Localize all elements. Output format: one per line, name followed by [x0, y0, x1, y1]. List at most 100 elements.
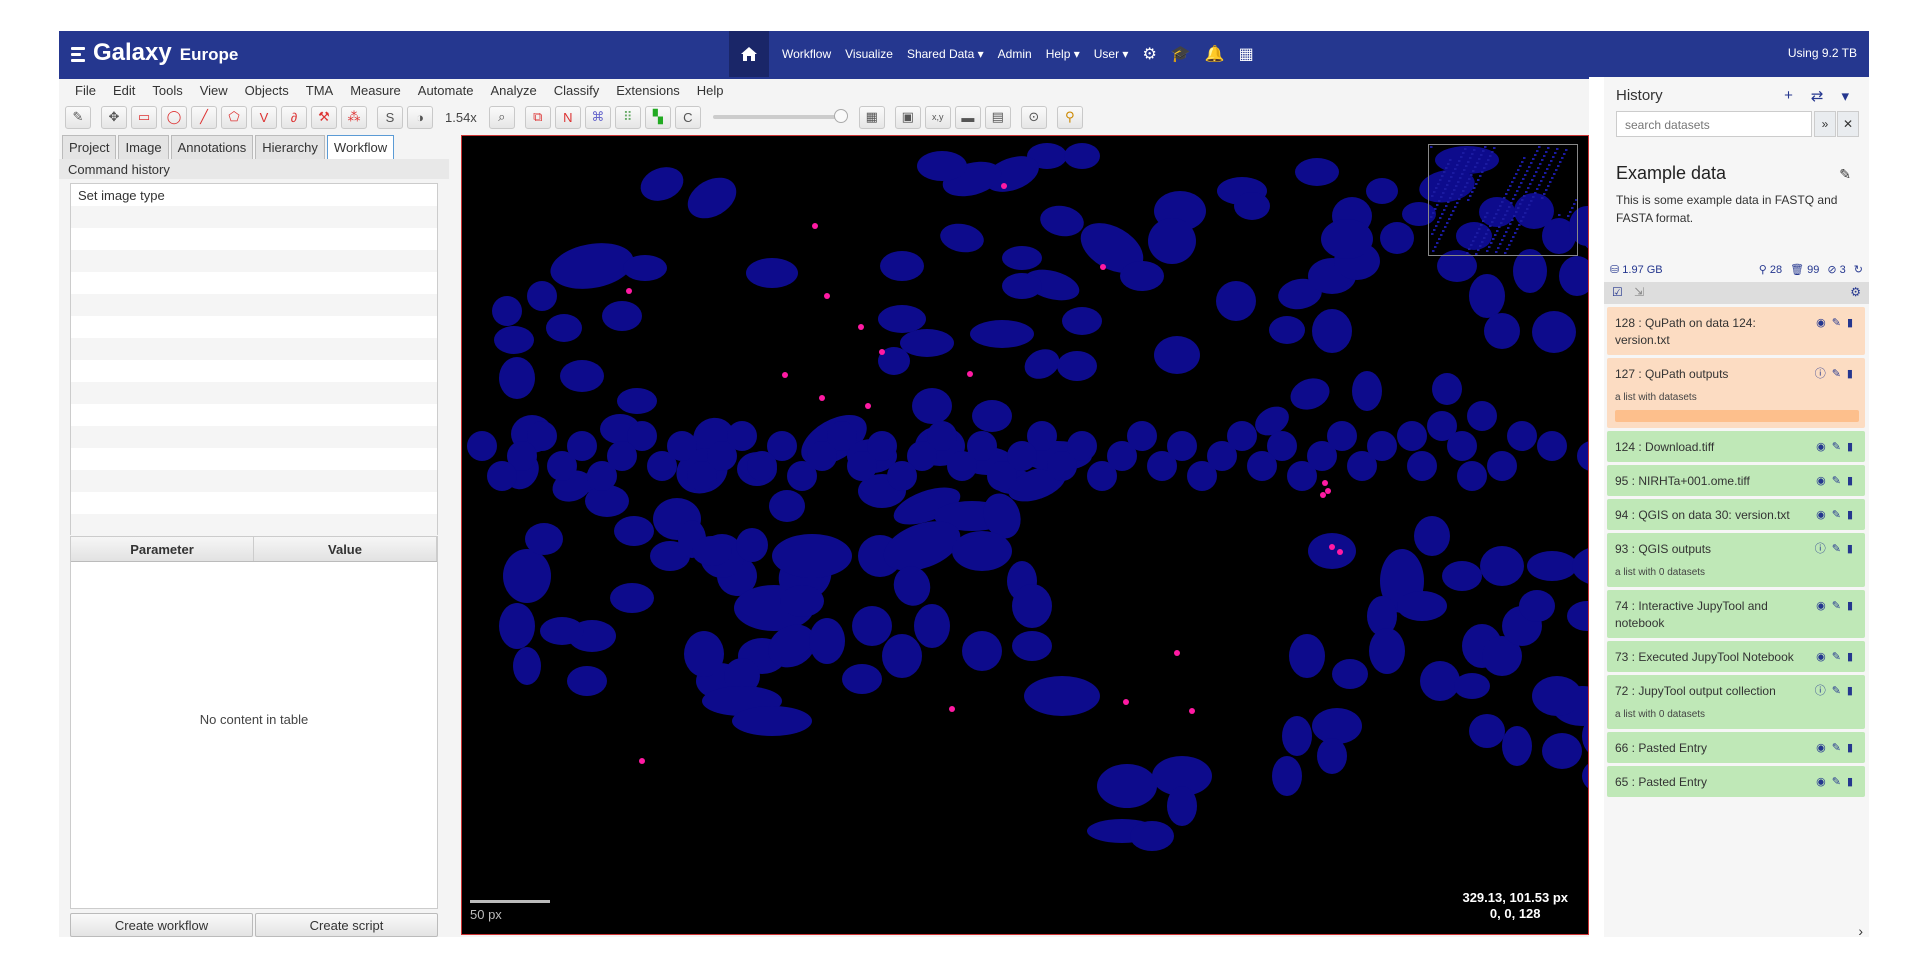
nav-help[interactable]: Help ▾	[1039, 47, 1087, 61]
polygon-tool-icon[interactable]: ⬠	[221, 105, 247, 129]
nav-admin[interactable]: Admin	[991, 47, 1039, 61]
dataset-actions-icon[interactable]: ◉✎▮	[1816, 315, 1859, 332]
history-dataset[interactable]: 128 : QuPath on data 124: version.txt ◉✎▮	[1607, 307, 1865, 355]
dataset-title[interactable]: 66 : Pasted Entry	[1615, 740, 1813, 757]
tab-hierarchy[interactable]: Hierarchy	[255, 135, 325, 159]
settings-icon[interactable]: ⚙	[1850, 285, 1861, 299]
dataset-title[interactable]: 128 : QuPath on data 124: version.txt	[1615, 315, 1813, 349]
grid-icon[interactable]: ▦	[1232, 44, 1261, 64]
history-dataset[interactable]: 124 : Download.tiff ◉✎▮	[1607, 431, 1865, 462]
line-tool-icon[interactable]: ╱	[191, 105, 217, 129]
menu-objects[interactable]: Objects	[245, 83, 289, 98]
menu-tools[interactable]: Tools	[152, 83, 182, 98]
rectangle-tool-icon[interactable]: ▭	[131, 105, 157, 129]
dataset-title[interactable]: 94 : QGIS on data 30: version.txt	[1615, 507, 1813, 524]
pixel-classifier-icon[interactable]: ⊙	[1020, 105, 1047, 129]
dataset-title[interactable]: 95 : NIRHTa+001.ome.tiff	[1615, 473, 1813, 490]
switch-history-icon[interactable]: ⇄	[1811, 87, 1824, 105]
overview-icon[interactable]: ▣	[894, 105, 921, 129]
menu-classify[interactable]: Classify	[554, 83, 600, 98]
polyline-tool-icon[interactable]: V	[251, 105, 277, 129]
value-header[interactable]: Value	[254, 537, 437, 561]
contrast-icon[interactable]: ◑	[407, 105, 433, 129]
dataset-title[interactable]: 73 : Executed JupyTool Notebook	[1615, 649, 1813, 666]
log-icon[interactable]: ⚲	[1056, 105, 1083, 129]
dataset-actions-icon[interactable]: ◉✎▮	[1816, 649, 1859, 666]
history-dataset[interactable]: 73 : Executed JupyTool Notebook ◉✎▮	[1607, 641, 1865, 672]
home-icon[interactable]	[729, 31, 769, 77]
fill-detections-icon[interactable]: ▚	[644, 105, 671, 129]
refresh-icon[interactable]: ↻	[1854, 263, 1863, 276]
show-annotations-icon[interactable]: ⧉	[524, 105, 551, 129]
menu-automate[interactable]: Automate	[418, 83, 474, 98]
edit-history-icon[interactable]: ✎	[1839, 166, 1851, 183]
deleted-count[interactable]: 🗑 99	[1790, 263, 1819, 276]
cogs-icon[interactable]: ⚙	[1135, 44, 1163, 64]
dataset-title[interactable]: 93 : QGIS outputs	[1615, 541, 1813, 558]
selection-mode-icon[interactable]: S	[377, 105, 403, 129]
dataset-actions-icon[interactable]: ◉✎▮	[1816, 507, 1859, 524]
dataset-title[interactable]: 72 : JupyTool output collection	[1615, 683, 1813, 700]
points-tool-icon[interactable]: ⁂	[341, 105, 367, 129]
menu-edit[interactable]: Edit	[113, 83, 135, 98]
dataset-actions-icon[interactable]: ⓘ✎▮	[1815, 366, 1859, 383]
detections-icon[interactable]: ⠿	[614, 105, 641, 129]
image-viewer[interactable]: 50 px 329.13, 101.53 px 0, 0, 128	[461, 135, 1780, 935]
tab-image[interactable]: Image	[118, 135, 169, 159]
nav-visualize[interactable]: Visualize	[838, 47, 900, 61]
advanced-search-icon[interactable]: »	[1814, 111, 1836, 137]
dataset-title[interactable]: 65 : Pasted Entry	[1615, 774, 1813, 791]
ellipse-tool-icon[interactable]: ◯	[161, 105, 187, 129]
quota-meter[interactable]: Using 9.2 TB	[1788, 46, 1857, 60]
history-dataset[interactable]: 72 : JupyTool output collection ⓘ✎▮ a list…	[1607, 675, 1865, 729]
nav-user[interactable]: User ▾	[1087, 47, 1136, 61]
dataset-actions-icon[interactable]: ⓘ✎▮	[1815, 683, 1859, 700]
clear-search-icon[interactable]: ✕	[1837, 111, 1859, 137]
dataset-actions-icon[interactable]: ◉✎▮	[1816, 473, 1859, 490]
menu-measure[interactable]: Measure	[350, 83, 401, 98]
command-history-list[interactable]: Set image type	[70, 183, 438, 536]
dataset-actions-icon[interactable]: ◉✎▮	[1816, 774, 1859, 791]
scalebar-icon[interactable]: ▬	[954, 105, 981, 129]
location-icon[interactable]: x,y	[924, 105, 951, 129]
annotation-names-icon[interactable]: N	[554, 105, 581, 129]
menu-file[interactable]: File	[75, 83, 96, 98]
grid-view-icon[interactable]: ▦	[858, 105, 885, 129]
brush-icon[interactable]: ✎	[65, 105, 91, 129]
search-input[interactable]: search datasets	[1616, 111, 1812, 137]
shown-count[interactable]: ⚲ 28	[1759, 263, 1782, 276]
menu-extensions[interactable]: Extensions	[616, 83, 680, 98]
dataset-title[interactable]: 74 : Interactive JupyTool and notebook	[1615, 598, 1813, 632]
history-dataset[interactable]: 95 : NIRHTa+001.ome.tiff ◉✎▮	[1607, 465, 1865, 496]
dataset-title[interactable]: 127 : QuPath outputs	[1615, 366, 1813, 383]
collapse-icon[interactable]: ⇲	[1634, 285, 1644, 299]
history-dataset[interactable]: 94 : QGIS on data 30: version.txt ◉✎▮	[1607, 499, 1865, 530]
menu-tma[interactable]: TMA	[306, 83, 333, 98]
nav-shared-data[interactable]: Shared Data ▾	[900, 47, 991, 61]
nav-workflow[interactable]: Workflow	[775, 47, 838, 61]
scroll-right-icon[interactable]: ›	[1858, 923, 1863, 939]
history-dataset[interactable]: 66 : Pasted Entry ◉✎▮	[1607, 732, 1865, 763]
dataset-actions-icon[interactable]: ◉✎▮	[1816, 598, 1859, 615]
new-history-icon[interactable]: +	[1784, 87, 1793, 105]
dataset-title[interactable]: 124 : Download.tiff	[1615, 439, 1813, 456]
tab-annotations[interactable]: Annotations	[170, 135, 254, 159]
opacity-slider[interactable]	[712, 109, 848, 123]
move-tool-icon[interactable]: ✥	[101, 105, 127, 129]
parameter-header[interactable]: Parameter	[71, 537, 254, 561]
wand-tool-icon[interactable]: ⚒	[311, 105, 337, 129]
connections-icon[interactable]: C	[674, 105, 701, 129]
dataset-actions-icon[interactable]: ⓘ✎▮	[1815, 541, 1859, 558]
menu-analyze[interactable]: Analyze	[490, 83, 536, 98]
list-item[interactable]: Set image type	[71, 184, 437, 206]
dataset-actions-icon[interactable]: ◉✎▮	[1816, 439, 1859, 456]
create-script-button[interactable]: Create script	[255, 913, 438, 937]
dataset-actions-icon[interactable]: ◉✎▮	[1816, 740, 1859, 757]
tab-workflow[interactable]: Workflow	[326, 135, 395, 159]
hidden-count[interactable]: ⊘ 3	[1827, 263, 1845, 276]
create-workflow-button[interactable]: Create workflow	[70, 913, 253, 937]
history-dataset[interactable]: 127 : QuPath outputs ⓘ✎▮ a list with datas…	[1607, 358, 1865, 428]
graduation-cap-icon[interactable]: 🎓	[1164, 44, 1198, 64]
menu-help[interactable]: Help	[697, 83, 724, 98]
galaxy-brand[interactable]: Galaxy Europe	[71, 39, 238, 67]
